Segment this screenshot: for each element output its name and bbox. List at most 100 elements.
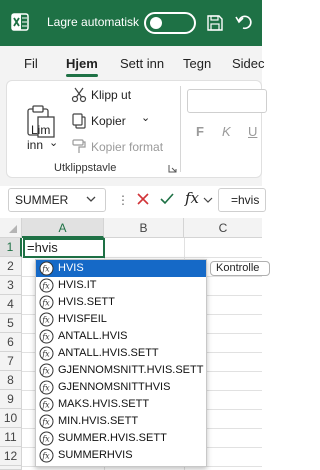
row-header[interactable]: 6: [0, 333, 22, 352]
row-header[interactable]: 2: [0, 257, 22, 276]
function-tooltip: Kontrolle: [210, 261, 270, 276]
autocomplete-item[interactable]: fx ANTALL.HVIS.SETT: [36, 345, 206, 362]
format-painter-icon: [72, 139, 86, 153]
svg-text:fx: fx: [41, 333, 50, 342]
tab-file[interactable]: Fil: [24, 56, 38, 71]
row-header[interactable]: 1: [0, 238, 22, 257]
autocomplete-item[interactable]: fx GJENNOMSNITTHVIS: [36, 379, 206, 396]
autocomplete-item[interactable]: fx MIN.HVIS.SETT: [36, 413, 206, 430]
underline-button[interactable]: U: [248, 124, 257, 139]
autocomplete-item[interactable]: fx HVIS.IT: [36, 277, 206, 294]
active-cell-text: =hvis: [27, 240, 58, 255]
function-icon: fx: [39, 329, 54, 344]
column-header-b[interactable]: B: [104, 218, 184, 238]
cancel-icon[interactable]: [135, 191, 151, 207]
function-icon: fx: [39, 278, 54, 293]
function-icon: fx: [39, 363, 54, 378]
autocomplete-item-label: HVIS.IT: [58, 279, 97, 291]
function-icon: fx: [39, 380, 54, 395]
svg-text:fx: fx: [41, 282, 50, 291]
paste-label[interactable]: Lim: [31, 123, 50, 137]
autocomplete-item-label: MAKS.HVIS.SETT: [58, 398, 150, 410]
font-name-box[interactable]: [187, 89, 267, 113]
column-header-c[interactable]: C: [184, 218, 262, 238]
name-box-value: SUMMER: [15, 193, 69, 207]
copy-button[interactable]: Kopier ⌄: [71, 111, 171, 131]
row-header[interactable]: 12: [0, 447, 22, 466]
autocomplete-item[interactable]: fx SUMMERHVIS: [36, 447, 206, 464]
insert-function-icon[interactable]: fx: [185, 189, 199, 207]
row-header[interactable]: 11: [0, 428, 22, 447]
function-icon: fx: [39, 346, 54, 361]
autosave-toggle[interactable]: [144, 12, 196, 34]
column-header-a[interactable]: A: [22, 218, 104, 238]
cut-label: Klipp ut: [91, 88, 132, 102]
function-icon: fx: [39, 414, 54, 429]
autocomplete-item-label: HVISFEIL: [58, 313, 107, 325]
clipboard-group-label: Utklippstavle: [54, 162, 117, 174]
autocomplete-item-label: GJENNOMSNITT.HVIS.SETT: [58, 364, 204, 376]
row-header[interactable]: 4: [0, 295, 22, 314]
copy-icon: [72, 113, 86, 129]
dialog-launcher-icon[interactable]: [168, 164, 177, 173]
active-tab-indicator: [66, 74, 98, 77]
row-header[interactable]: 7: [0, 352, 22, 371]
function-icon: fx: [39, 261, 54, 276]
row-header[interactable]: 10: [0, 409, 22, 428]
svg-text:fx: fx: [41, 367, 50, 376]
copy-chevron-icon[interactable]: ⌄: [141, 111, 150, 124]
bold-button[interactable]: F: [196, 124, 204, 139]
undo-icon[interactable]: [235, 13, 253, 31]
chevron-down-icon[interactable]: [85, 194, 97, 204]
autocomplete-item-label: SUMMER.HVIS.SETT: [58, 432, 167, 444]
italic-button[interactable]: K: [222, 124, 231, 139]
autocomplete-item[interactable]: fx HVIS: [36, 260, 206, 277]
function-icon: fx: [39, 448, 54, 463]
svg-text:fx: fx: [41, 452, 50, 461]
save-icon[interactable]: [206, 14, 224, 32]
svg-text:fx: fx: [41, 265, 50, 274]
autocomplete-item-label: ANTALL.HVIS: [58, 330, 128, 342]
row-header[interactable]: 3: [0, 276, 22, 295]
svg-text:fx: fx: [41, 435, 50, 444]
svg-text:fx: fx: [41, 384, 50, 393]
copy-label: Kopier: [91, 114, 126, 128]
row-header[interactable]: 8: [0, 371, 22, 390]
autocomplete-item[interactable]: fx HVIS.SETT: [36, 294, 206, 311]
autocomplete-item[interactable]: fx MAKS.HVIS.SETT: [36, 396, 206, 413]
row-header[interactable]: 13: [0, 466, 22, 470]
svg-text:fx: fx: [41, 418, 50, 427]
row-header[interactable]: 5: [0, 314, 22, 333]
autocomplete-item[interactable]: fx ANTALL.HVIS: [36, 328, 206, 345]
enter-icon[interactable]: [159, 191, 175, 207]
ribbon-tabs: Fil Hjem Sett inn Tegn Sidec: [0, 46, 265, 80]
autocomplete-item[interactable]: fx HVISFEIL: [36, 311, 206, 328]
svg-text:fx: fx: [41, 316, 50, 325]
excel-logo-icon: [11, 13, 29, 31]
autocomplete-item-label: ANTALL.HVIS.SETT: [58, 347, 159, 359]
format-painter-button[interactable]: Kopier format: [71, 139, 181, 157]
autocomplete-item[interactable]: fx GJENNOMSNITT.HVIS.SETT: [36, 362, 206, 379]
row-header[interactable]: 9: [0, 390, 22, 409]
autocomplete-item-label: HVIS.SETT: [58, 296, 115, 308]
function-icon: fx: [39, 397, 54, 412]
autocomplete-item[interactable]: fx SUMMER.HVIS.SETT: [36, 430, 206, 447]
more-options-icon[interactable]: ⋮: [117, 193, 129, 207]
fx-chevron-icon[interactable]: [203, 196, 213, 204]
paste-chevron-icon[interactable]: ⌄: [49, 136, 58, 149]
paste-label-2[interactable]: inn: [27, 138, 43, 152]
cut-button[interactable]: Klipp ut: [71, 87, 171, 105]
formula-value: =hvis: [231, 193, 260, 207]
select-all-triangle-icon: [9, 225, 17, 233]
tab-page-layout[interactable]: Sidec: [232, 56, 265, 71]
tab-draw[interactable]: Tegn: [183, 56, 211, 71]
tab-insert[interactable]: Sett inn: [120, 56, 164, 71]
toggle-knob: [150, 17, 162, 29]
ribbon-separator: [180, 86, 181, 172]
autocomplete-item-label: GJENNOMSNITTHVIS: [58, 381, 171, 393]
function-icon: fx: [39, 295, 54, 310]
scissors-icon: [71, 87, 87, 103]
tab-home[interactable]: Hjem: [66, 56, 98, 71]
autosave-label: Lagre automatisk: [47, 15, 140, 29]
autocomplete-item-label: SUMMERHVIS: [58, 449, 133, 461]
